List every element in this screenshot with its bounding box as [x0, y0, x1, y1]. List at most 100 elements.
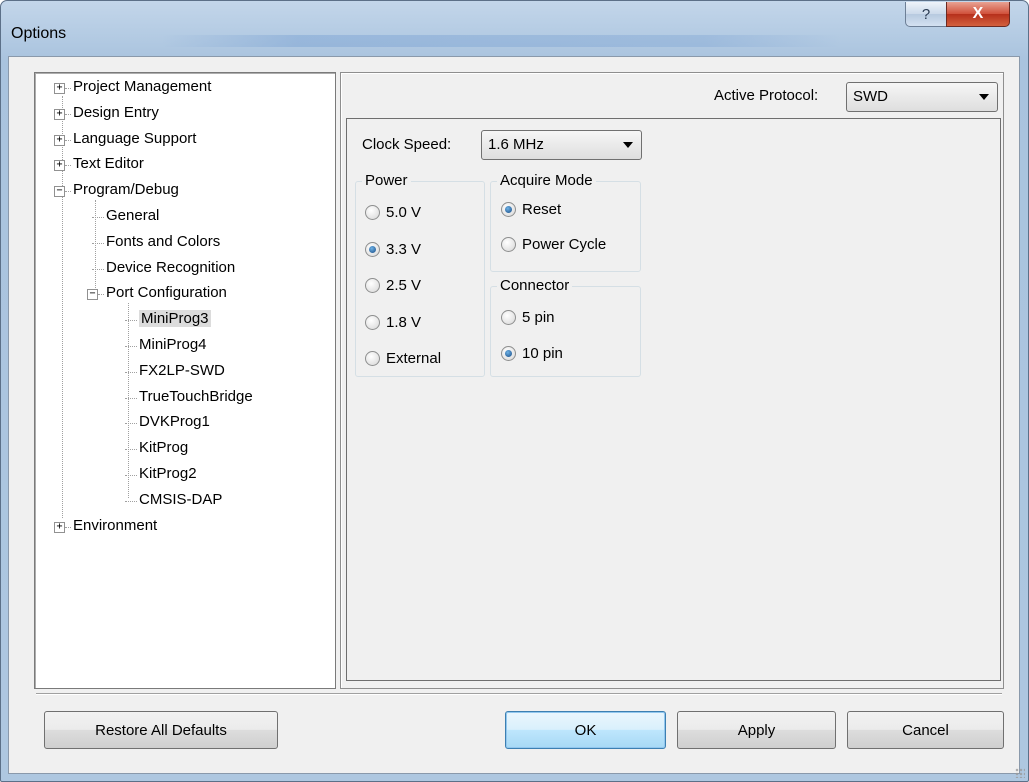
- tree-item[interactable]: Language Support: [73, 128, 196, 150]
- connector-group-title: Connector: [497, 277, 573, 294]
- tree-item-label: TrueTouchBridge: [139, 388, 253, 405]
- tree-item-label: MiniProg4: [139, 336, 207, 353]
- collapse-icon[interactable]: −: [87, 289, 98, 300]
- tree-connector: [65, 527, 71, 528]
- tree-item-label: Design Entry: [73, 104, 159, 121]
- clock-speed-value: 1.6 MHz: [488, 136, 544, 153]
- tree-item[interactable]: Port Configuration: [106, 282, 227, 304]
- tree-item[interactable]: TrueTouchBridge: [139, 386, 253, 408]
- expand-icon[interactable]: +: [54, 135, 65, 146]
- tree-item-label: Program/Debug: [73, 181, 179, 198]
- tree-item[interactable]: MiniProg4: [139, 334, 207, 356]
- tree-item-label: Environment: [73, 517, 158, 534]
- tree-item[interactable]: FX2LP-SWD: [139, 360, 225, 382]
- expand-icon[interactable]: +: [54, 522, 65, 533]
- tree-item-label: CMSIS-DAP: [139, 491, 223, 508]
- close-button[interactable]: X: [946, 2, 1010, 27]
- close-icon: X: [972, 5, 984, 22]
- power-radio-label: 1.8 V: [386, 314, 422, 331]
- radio-unselected-icon[interactable]: [365, 205, 380, 220]
- apply-button[interactable]: Apply: [677, 711, 836, 749]
- tree-item[interactable]: Project Management: [73, 76, 211, 98]
- clock-speed-select[interactable]: 1.6 MHz: [481, 130, 642, 160]
- tree-connector: [125, 372, 137, 373]
- radio-unselected-icon[interactable]: [501, 310, 516, 325]
- collapse-icon[interactable]: −: [54, 186, 65, 197]
- active-protocol-select[interactable]: SWD: [846, 82, 998, 112]
- tree-item-label: KitProg: [139, 439, 189, 456]
- tree-item[interactable]: Program/Debug: [73, 179, 179, 201]
- chevron-down-icon: [623, 142, 633, 148]
- tree-item-label: FX2LP-SWD: [139, 362, 225, 379]
- power-radio-label: 2.5 V: [386, 277, 422, 294]
- tree-item-label: Fonts and Colors: [106, 233, 221, 250]
- tree-connector: [125, 501, 137, 502]
- chevron-down-icon: [979, 94, 989, 100]
- power-group-title: Power: [362, 172, 411, 189]
- acquire-mode-radio-label: Power Cycle: [522, 236, 607, 253]
- radio-selected-icon[interactable]: [365, 242, 380, 257]
- expand-icon[interactable]: +: [54, 83, 65, 94]
- tree-item[interactable]: MiniProg3: [139, 308, 211, 330]
- tree-item[interactable]: Environment: [73, 515, 157, 537]
- tree-connector: [125, 320, 137, 321]
- tree-item[interactable]: CMSIS-DAP: [139, 489, 222, 511]
- tree-connector: [125, 423, 137, 424]
- tree-item-label: KitProg2: [139, 465, 197, 482]
- tree-item-label: General: [106, 207, 160, 224]
- tree-item[interactable]: KitProg2: [139, 463, 197, 485]
- radio-selected-icon[interactable]: [501, 346, 516, 361]
- tree-item-label: DVKProg1: [139, 413, 210, 430]
- tree-item[interactable]: Device Recognition: [106, 257, 235, 279]
- radio-unselected-icon[interactable]: [365, 278, 380, 293]
- resize-grip-icon[interactable]: [1015, 768, 1025, 778]
- connector-group: Connector: [490, 277, 641, 377]
- clock-speed-label: Clock Speed:: [362, 136, 452, 153]
- tree-item-label: Device Recognition: [106, 259, 236, 276]
- tree-item-label: Port Configuration: [106, 284, 227, 301]
- tree-connector: [92, 217, 104, 218]
- tree-connector: [65, 114, 71, 115]
- restore-all-defaults-button[interactable]: Restore All Defaults: [44, 711, 278, 749]
- connector-radio-label: 5 pin: [522, 309, 555, 326]
- active-protocol-value: SWD: [853, 88, 888, 105]
- tree-connector: [125, 398, 137, 399]
- tree-item-label: MiniProg3: [139, 310, 211, 327]
- help-button[interactable]: ?: [905, 2, 947, 27]
- tree-item[interactable]: Text Editor: [73, 153, 144, 175]
- ok-button[interactable]: OK: [505, 711, 666, 749]
- acquire-mode-group: Acquire Mode: [490, 172, 641, 272]
- window-title: Options: [11, 25, 67, 42]
- tree-item[interactable]: DVKProg1: [139, 411, 210, 433]
- power-radio-label: 5.0 V: [386, 204, 422, 221]
- tree-connector: [92, 243, 104, 244]
- tree-item-label: Language Support: [73, 130, 197, 147]
- radio-unselected-icon[interactable]: [501, 237, 516, 252]
- tree-connector: [125, 475, 137, 476]
- active-protocol-label: Active Protocol:: [714, 87, 819, 104]
- tree-connector: [95, 200, 96, 292]
- tree-connector: [65, 140, 71, 141]
- tree-connector: [128, 303, 129, 498]
- tree-item[interactable]: Design Entry: [73, 102, 159, 124]
- tree-item-label: Project Management: [73, 78, 212, 95]
- tree-connector: [92, 269, 104, 270]
- connector-radio-label: 10 pin: [522, 345, 563, 362]
- tree-item[interactable]: General: [106, 205, 159, 227]
- cancel-button[interactable]: Cancel: [847, 711, 1004, 749]
- radio-unselected-icon[interactable]: [365, 351, 380, 366]
- power-radio-label: External: [386, 350, 442, 367]
- tree-item[interactable]: KitProg: [139, 437, 188, 459]
- title-bar: Options ? X: [1, 1, 1028, 61]
- radio-unselected-icon[interactable]: [365, 315, 380, 330]
- tree-connector: [65, 88, 71, 89]
- title-bar-background-blur: [161, 35, 841, 47]
- help-icon: ?: [921, 5, 931, 23]
- tree-item-label: Text Editor: [73, 155, 144, 172]
- tree-connector: [125, 449, 137, 450]
- expand-icon[interactable]: +: [54, 160, 65, 171]
- expand-icon[interactable]: +: [54, 109, 65, 120]
- tree-item[interactable]: Fonts and Colors: [106, 231, 220, 253]
- radio-selected-icon[interactable]: [501, 202, 516, 217]
- tree-connector: [125, 346, 137, 347]
